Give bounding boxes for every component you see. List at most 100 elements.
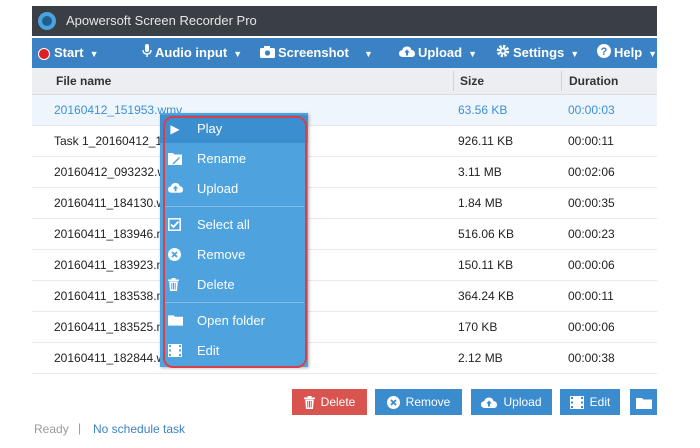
file-size-cell: 926.11 KB: [458, 134, 514, 148]
title-bar: Apowersoft Screen Recorder Pro: [32, 6, 657, 36]
file-size-cell: 516.06 KB: [458, 227, 515, 241]
menu-item-delete[interactable]: Delete: [160, 271, 308, 299]
action-bar: Delete Remove Upload Edit: [32, 386, 657, 418]
column-divider: [453, 71, 454, 91]
table-row[interactable]: 20160412_093232.wm 3.11 MB 00:02:06: [32, 157, 657, 188]
microphone-icon: [142, 39, 152, 69]
table-row[interactable]: 20160411_183923.mp 150.11 KB 00:00:06: [32, 250, 657, 281]
screenshot-dropdown[interactable]: ▼: [358, 38, 373, 68]
film-edit-icon: [168, 344, 182, 358]
menu-item-edit[interactable]: Edit: [160, 337, 308, 365]
file-duration-cell: 00:00:35: [568, 196, 615, 210]
file-duration-cell: 00:00:06: [568, 320, 615, 334]
column-divider: [561, 71, 562, 91]
table-row[interactable]: 20160411_183525.mp 170 KB 00:00:06: [32, 312, 657, 343]
remove-circle-icon: [168, 248, 182, 262]
edit-button[interactable]: Edit: [560, 389, 620, 415]
file-name-cell: 20160411_183923.mp: [54, 258, 174, 272]
edit-label: Edit: [589, 395, 611, 409]
table-row[interactable]: 20160411_182844.wmv 2.12 MB 00:00:38: [32, 343, 657, 374]
svg-text:?: ?: [601, 46, 608, 58]
context-menu: ▶ Play Rename Upload Select all Remove D…: [160, 113, 308, 367]
upload-action-button[interactable]: Upload: [471, 389, 552, 415]
trash-icon: [168, 278, 182, 292]
app-logo-icon: [38, 12, 56, 30]
file-duration-cell: 00:00:06: [568, 258, 615, 272]
file-size-cell: 150.11 KB: [458, 258, 514, 272]
help-button[interactable]: ? Help ▼: [597, 38, 657, 68]
table-row[interactable]: 20160411_183946.mp 516.06 KB 00:00:23: [32, 219, 657, 250]
file-name-cell: 20160411_183525.mp: [54, 320, 174, 334]
file-size-cell: 364.24 KB: [458, 289, 515, 303]
cloud-upload-icon: [481, 397, 498, 409]
column-size[interactable]: Size: [460, 68, 484, 94]
audio-input-button[interactable]: Audio input ▼: [142, 38, 242, 68]
settings-label: Settings: [513, 45, 565, 60]
remove-button[interactable]: Remove: [375, 389, 462, 415]
help-label: Help: [614, 45, 643, 60]
record-icon: [38, 47, 50, 60]
file-name-cell: Task 1_20160412_143: [54, 134, 176, 148]
file-table-header: File name Size Duration: [32, 68, 657, 95]
chevron-down-icon: ▼: [233, 48, 243, 59]
table-row[interactable]: 20160411_183538.mp 364.24 KB 00:00:11: [32, 281, 657, 312]
screenshot-label: Screenshot: [278, 45, 349, 60]
menu-divider: [164, 302, 304, 303]
status-divider: |: [78, 421, 82, 435]
upload-action-label: Upload: [503, 395, 542, 409]
upload-button[interactable]: Upload ▼: [399, 38, 477, 68]
file-size-cell: 1.84 MB: [458, 196, 503, 210]
menu-divider: [164, 206, 304, 207]
table-row[interactable]: 20160411_184130.wm 1.84 MB 00:00:35: [32, 188, 657, 219]
file-name-cell: 20160411_183946.mp: [54, 227, 174, 241]
cloud-upload-icon: [399, 39, 415, 69]
file-duration-cell: 00:00:11: [568, 134, 614, 148]
upload-label: Upload: [418, 45, 463, 60]
file-duration-cell: 00:00:23: [568, 227, 615, 241]
table-row[interactable]: 20160412_151953.wmv 63.56 KB 00:00:03: [32, 95, 657, 126]
play-icon: ▶: [170, 122, 180, 136]
chevron-down-icon: ▼: [89, 48, 99, 59]
table-row[interactable]: Task 1_20160412_143 926.11 KB 00:00:11: [32, 126, 657, 157]
folder-icon: [168, 314, 183, 328]
menu-item-upload[interactable]: Upload: [160, 175, 308, 203]
remove-label: Remove: [405, 395, 451, 409]
start-label: Start: [54, 45, 84, 60]
schedule-link[interactable]: No schedule task: [93, 422, 185, 436]
delete-label: Delete: [320, 395, 356, 409]
gear-icon: [496, 39, 510, 69]
file-size-cell: 63.56 KB: [458, 103, 508, 117]
delete-button[interactable]: Delete: [292, 389, 367, 415]
file-duration-cell: 00:02:06: [568, 165, 615, 179]
file-duration-cell: 00:00:38: [568, 351, 615, 365]
film-edit-icon: [569, 396, 584, 410]
app-title: Apowersoft Screen Recorder Pro: [66, 13, 257, 28]
open-folder-button[interactable]: [630, 389, 657, 415]
help-icon: ?: [597, 39, 611, 69]
status-bar: Ready | No schedule task: [32, 418, 657, 440]
main-toolbar: Start ▼ Audio input ▼ Screenshot ▼ Upload ▼…: [32, 38, 657, 68]
menu-item-open-folder[interactable]: Open folder: [160, 307, 308, 335]
column-file-name[interactable]: File name: [56, 68, 111, 94]
folder-icon: [635, 397, 652, 409]
file-size-cell: 170 KB: [458, 320, 498, 334]
column-duration[interactable]: Duration: [569, 68, 618, 94]
start-button[interactable]: Start ▼: [38, 38, 99, 68]
chevron-down-icon: ▼: [468, 48, 477, 59]
file-size-cell: 3.11 MB: [458, 165, 502, 179]
cloud-upload-icon: [168, 182, 183, 196]
file-duration-cell: 00:00:03: [568, 103, 615, 117]
trash-icon: [303, 396, 315, 410]
chevron-down-icon: ▼: [570, 48, 580, 59]
screenshot-button[interactable]: Screenshot: [260, 38, 349, 68]
chevron-down-icon: ▼: [648, 48, 657, 59]
file-size-cell: 2.12 MB: [458, 351, 503, 365]
remove-circle-icon: [386, 396, 400, 410]
menu-item-select-all[interactable]: Select all: [160, 211, 308, 239]
settings-button[interactable]: Settings ▼: [496, 38, 579, 68]
menu-item-play[interactable]: ▶ Play: [160, 115, 308, 143]
menu-item-remove[interactable]: Remove: [160, 241, 308, 269]
status-text: Ready: [34, 422, 69, 436]
audio-input-label: Audio input: [155, 45, 228, 60]
menu-item-rename[interactable]: Rename: [160, 145, 308, 173]
